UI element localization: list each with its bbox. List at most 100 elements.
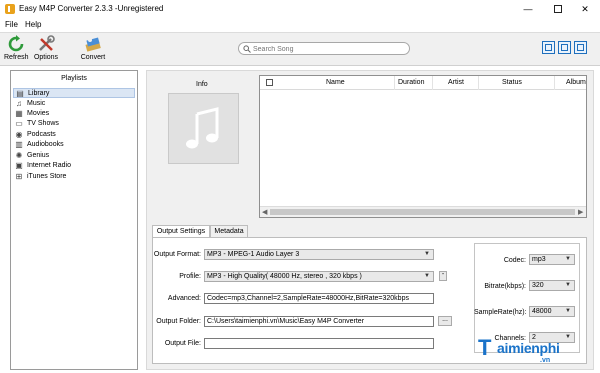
chevron-down-icon: ▼ (424, 273, 430, 279)
playlist-label: Audiobooks (27, 141, 64, 148)
refresh-label: Refresh (4, 54, 29, 61)
tools-icon (39, 35, 55, 51)
info-label: Info (196, 81, 208, 88)
refresh-button[interactable]: Refresh (4, 35, 29, 61)
output-folder-label: Output Folder: (156, 318, 201, 325)
advanced-label: Advanced: (167, 295, 201, 302)
search-input[interactable] (253, 44, 403, 54)
tab-metadata[interactable]: Metadata (210, 225, 248, 237)
output-format-select[interactable]: MP3 - MPEG-1 Audio Layer 3 ▼ (204, 249, 434, 260)
toolbar: Refresh Options Convert (0, 32, 600, 66)
view-button-3[interactable] (574, 41, 587, 54)
chevron-down-icon: ▼ (565, 282, 571, 288)
playlists-panel: Playlists ▤ Library ♫ Music ▦ Movies ▭ T… (10, 70, 138, 370)
close-button[interactable]: ✕ (570, 0, 600, 18)
playlist-item-genius[interactable]: ✺ Genius (13, 151, 135, 161)
view-button-1[interactable] (542, 41, 555, 54)
browse-folder-button[interactable]: ... (438, 316, 452, 326)
podcast-icon: ◉ (15, 130, 23, 139)
search-icon (243, 45, 251, 53)
menu-bar: File Help (0, 18, 600, 32)
playlist-item-movies[interactable]: ▦ Movies (13, 109, 135, 119)
playlist-label: Genius (27, 152, 50, 159)
scroll-left-icon[interactable]: ◀ (262, 208, 267, 216)
refresh-icon (8, 35, 24, 52)
songs-table[interactable]: Name Duration Artist Status Album ◀ ▶ (259, 75, 587, 218)
music-note-icon (186, 107, 219, 149)
column-status[interactable]: Status (502, 79, 522, 86)
audiobook-icon: ▥ (15, 140, 23, 149)
playlist-item-internet-radio[interactable]: ▣ Internet Radio (13, 161, 135, 171)
column-name[interactable]: Name (326, 79, 345, 86)
playlist-label: Movies (27, 110, 50, 117)
playlist-item-podcasts[interactable]: ◉ Podcasts (13, 130, 135, 140)
samplerate-select[interactable]: 48000 ▼ (529, 306, 575, 317)
convert-label: Convert (80, 54, 106, 61)
playlist-label: Internet Radio (27, 162, 71, 169)
title-bar: Easy M4P Converter 2.3.3 -Unregistered —… (0, 0, 600, 18)
convert-button[interactable]: Convert (80, 35, 106, 61)
advanced-field[interactable]: Codec=mp3,Channel=2,SampleRate=48000Hz,B… (204, 293, 434, 304)
playlist-label: Music (27, 100, 46, 107)
watermark: T aimienphi .vn (478, 335, 600, 373)
chevron-down-icon: ▼ (424, 251, 430, 257)
profile-select[interactable]: MP3 - High Quality( 48000 Hz, stereo , 3… (204, 271, 434, 282)
playlist-item-library[interactable]: ▤ Library (13, 88, 135, 98)
table-header: Name Duration Artist Status Album (260, 76, 586, 90)
minimize-button[interactable]: — (513, 0, 543, 18)
convert-icon (85, 37, 101, 52)
output-format-label: Output Format: (153, 251, 201, 258)
codec-label: Codec: (503, 257, 526, 264)
playlist-item-tv-shows[interactable]: ▭ TV Shows (13, 119, 135, 129)
bitrate-value: 320 (532, 282, 544, 289)
tv-icon: ▭ (15, 119, 23, 128)
maximize-button[interactable] (543, 0, 573, 18)
playlist-label: TV Shows (27, 120, 59, 127)
options-button[interactable]: Options (33, 35, 59, 61)
playlist-item-itunes-store[interactable]: ⊞ iTunes Store (13, 172, 135, 182)
chevron-down-icon: ▼ (565, 256, 571, 262)
window-title: Easy M4P Converter 2.3.3 -Unregistered (19, 4, 164, 13)
bitrate-select[interactable]: 320 ▼ (529, 280, 575, 291)
playlist-label: Library (28, 90, 50, 97)
menu-file[interactable]: File (5, 20, 18, 29)
column-album[interactable]: Album (566, 79, 586, 86)
menu-help[interactable]: Help (25, 20, 41, 29)
playlist-label: iTunes Store (27, 173, 67, 180)
genius-icon: ✺ (15, 151, 23, 160)
scroll-right-icon[interactable]: ▶ (578, 208, 583, 216)
app-icon (5, 4, 15, 14)
maximize-icon (554, 5, 562, 13)
output-file-label: Output File: (164, 340, 201, 347)
search-box[interactable] (238, 42, 410, 55)
profile-label: Profile: (179, 273, 201, 280)
codec-value: mp3 (532, 256, 546, 263)
layout-icon (545, 44, 552, 51)
view-button-2[interactable] (558, 41, 571, 54)
column-artist[interactable]: Artist (448, 79, 464, 86)
profile-value: MP3 - High Quality( 48000 Hz, stereo , 3… (207, 273, 362, 280)
playlist-label: Podcasts (27, 131, 56, 138)
layout-icon (561, 44, 568, 51)
select-all-checkbox[interactable] (266, 79, 273, 86)
output-file-field[interactable] (204, 338, 434, 349)
horizontal-scrollbar[interactable]: ◀ ▶ (260, 206, 586, 217)
store-icon: ⊞ (15, 172, 23, 181)
samplerate-value: 48000 (532, 308, 552, 315)
watermark-domain: .vn (540, 357, 551, 364)
output-format-value: MP3 - MPEG-1 Audio Layer 3 (207, 251, 300, 258)
profile-edit-button[interactable]: - (439, 271, 447, 281)
options-label: Options (33, 54, 59, 61)
layout-icon (577, 44, 584, 51)
music-icon: ♫ (16, 99, 22, 108)
column-duration[interactable]: Duration (398, 79, 424, 86)
app-window: Easy M4P Converter 2.3.3 -Unregistered —… (0, 0, 600, 373)
album-art (168, 93, 239, 164)
codec-select[interactable]: mp3 ▼ (529, 254, 575, 265)
scrollbar-thumb[interactable] (270, 209, 575, 215)
playlist-item-audiobooks[interactable]: ▥ Audiobooks (13, 140, 135, 150)
bitrate-label: Bitrate(kbps): (484, 283, 526, 290)
output-folder-field[interactable]: C:\Users\taimienphi.vn\Music\Easy M4P Co… (204, 316, 434, 327)
library-icon: ▤ (16, 89, 24, 98)
playlist-item-music[interactable]: ♫ Music (13, 99, 135, 109)
